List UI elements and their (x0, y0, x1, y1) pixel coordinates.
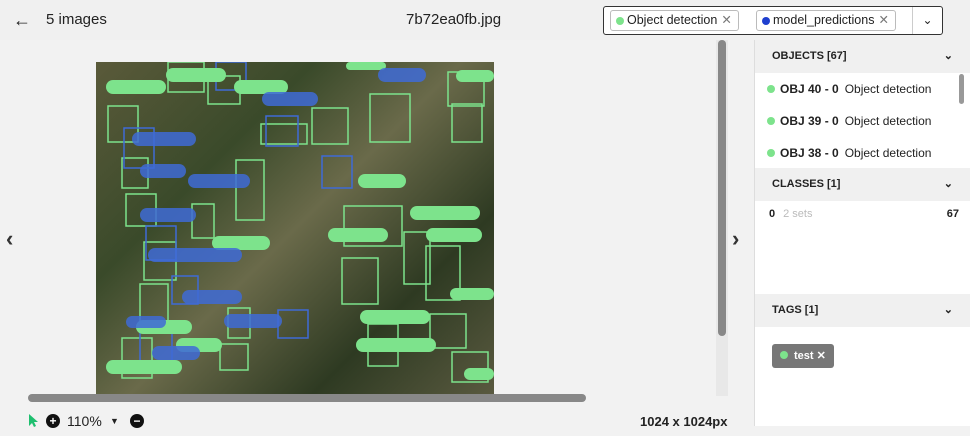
class-row[interactable]: 0 2 sets 67 (769, 208, 959, 220)
chevron-down-icon[interactable]: ⌄ (944, 40, 953, 73)
objects-header-label: OBJECTS [67] (772, 50, 847, 62)
status-dot (767, 85, 775, 93)
status-dot (616, 17, 624, 25)
close-icon[interactable]: ✕ (817, 350, 826, 362)
chevron-down-icon[interactable]: ⌄ (944, 294, 953, 327)
object-label: Object detection (844, 82, 932, 96)
horizontal-scrollbar[interactable] (28, 394, 586, 402)
filter-chip-model-predictions[interactable]: model_predictions ✕ (756, 10, 896, 31)
object-label: Object detection (844, 146, 932, 160)
filter-chip-label: model_predictions (773, 13, 875, 27)
object-item[interactable]: OBJ 40 - 0 Object detection (767, 82, 931, 96)
annotated-image[interactable] (96, 62, 494, 396)
object-id: OBJ 38 - 0 (780, 146, 839, 160)
right-panel: OBJECTS [67] ⌄ OBJ 40 - 0 Object detectio… (754, 40, 970, 426)
filter-chip-label: Object detection (627, 13, 718, 27)
panel-scrollbar[interactable] (959, 74, 964, 104)
arrow-left-icon[interactable]: ← (13, 10, 33, 30)
object-id: OBJ 39 - 0 (780, 114, 839, 128)
caret-down-icon[interactable]: ▼ (110, 416, 119, 426)
status-dot (762, 17, 770, 25)
classes-header-label: CLASSES [1] (772, 178, 841, 190)
object-id: OBJ 40 - 0 (780, 82, 839, 96)
image-count: 5 images (46, 11, 107, 28)
chevron-left-icon[interactable]: ‹ (6, 226, 13, 252)
class-name: 0 (769, 208, 776, 220)
chevron-down-icon[interactable]: ⌄ (912, 7, 942, 34)
filter-chip-object-detection[interactable]: Object detection ✕ (610, 10, 739, 31)
class-sets: 2 sets (783, 208, 813, 220)
class-count: 67 (946, 208, 959, 220)
object-label: Object detection (844, 114, 932, 128)
image-viewer: ‹ › (0, 40, 754, 436)
image-dimensions: 1024 x 1024px (640, 414, 728, 429)
zoom-out-icon[interactable]: − (130, 414, 144, 428)
vertical-scrollbar[interactable] (718, 40, 726, 336)
zoom-in-icon[interactable]: + (46, 414, 60, 428)
annotation-overlay (106, 62, 494, 383)
top-bar: ← 5 images 7b72ea0fb.jpg Object detectio… (0, 0, 970, 40)
cursor-icon[interactable] (28, 413, 40, 427)
classes-header[interactable]: CLASSES [1] ⌄ (755, 168, 970, 201)
tag-label: test (794, 350, 814, 362)
tags-header[interactable]: TAGS [1] ⌄ (755, 294, 970, 327)
viewer-toolbar: + 110% ▼ − 1024 x 1024px (0, 404, 754, 436)
tags-header-label: TAGS [1] (772, 304, 819, 316)
close-icon[interactable]: ✕ (721, 13, 731, 27)
object-item[interactable]: OBJ 39 - 0 Object detection (767, 114, 931, 128)
zoom-level[interactable]: 110% (67, 413, 102, 429)
close-icon[interactable]: ✕ (878, 13, 888, 27)
chevron-right-icon[interactable]: › (732, 226, 739, 252)
status-dot (780, 351, 788, 359)
tag-chip[interactable]: test ✕ (772, 344, 834, 368)
filename: 7b72ea0fb.jpg (406, 11, 502, 28)
filter-select[interactable]: Object detection ✕ model_predictions ✕ ⌄ (603, 6, 943, 35)
objects-header[interactable]: OBJECTS [67] ⌄ (755, 40, 970, 73)
status-dot (767, 117, 775, 125)
chevron-down-icon[interactable]: ⌄ (944, 168, 953, 201)
status-dot (767, 149, 775, 157)
object-item[interactable]: OBJ 38 - 0 Object detection (767, 146, 931, 160)
canvas[interactable] (28, 40, 726, 396)
